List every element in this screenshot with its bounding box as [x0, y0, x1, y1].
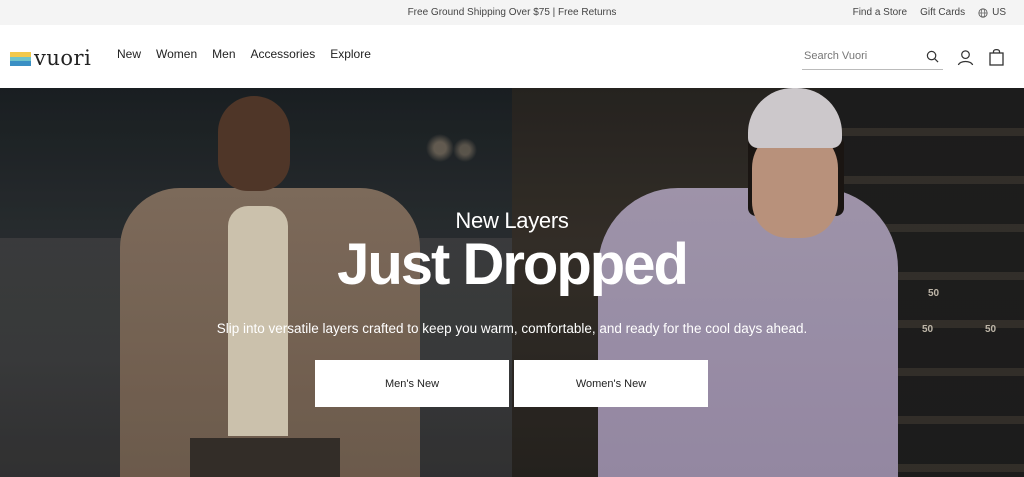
- vuori-logo[interactable]: vuori: [10, 48, 91, 69]
- announcement-bar: Free Ground Shipping Over $75 | Free Ret…: [0, 0, 1024, 25]
- shipping-promo-text[interactable]: Free Ground Shipping Over $75 | Free Ret…: [408, 7, 617, 18]
- hero-description: Slip into versatile layers crafted to ke…: [216, 321, 808, 336]
- account-icon[interactable]: [957, 49, 974, 66]
- menu-item-new[interactable]: New: [117, 47, 141, 61]
- search-input[interactable]: [802, 50, 912, 62]
- menu-item-women[interactable]: Women: [156, 47, 197, 61]
- hero-banner: 50 50 50 90 New Layers Just Dropped Slip…: [0, 88, 1024, 477]
- primary-menu: New Women Men Accessories Explore: [117, 47, 371, 61]
- search-bar: [802, 43, 943, 70]
- utility-links: Find a Store Gift Cards US: [853, 0, 1006, 25]
- gift-cards-link[interactable]: Gift Cards: [920, 7, 965, 18]
- find-store-link[interactable]: Find a Store: [853, 7, 907, 18]
- menu-item-accessories[interactable]: Accessories: [251, 47, 316, 61]
- womens-new-button[interactable]: Women's New: [514, 360, 708, 407]
- locale-label: US: [992, 7, 1006, 18]
- hero-title: Just Dropped: [337, 232, 689, 297]
- locale-selector[interactable]: US: [978, 7, 1006, 18]
- mens-new-button[interactable]: Men's New: [315, 360, 509, 407]
- shopping-bag-icon[interactable]: [989, 48, 1004, 66]
- menu-item-men[interactable]: Men: [212, 47, 235, 61]
- logo-text: vuori: [34, 46, 92, 70]
- main-header: vuori New Women Men Accessories Explore: [0, 25, 1024, 88]
- menu-item-explore[interactable]: Explore: [330, 47, 371, 61]
- logo-mark-icon: [10, 51, 31, 66]
- globe-icon: [978, 7, 988, 18]
- search-icon[interactable]: [926, 50, 939, 63]
